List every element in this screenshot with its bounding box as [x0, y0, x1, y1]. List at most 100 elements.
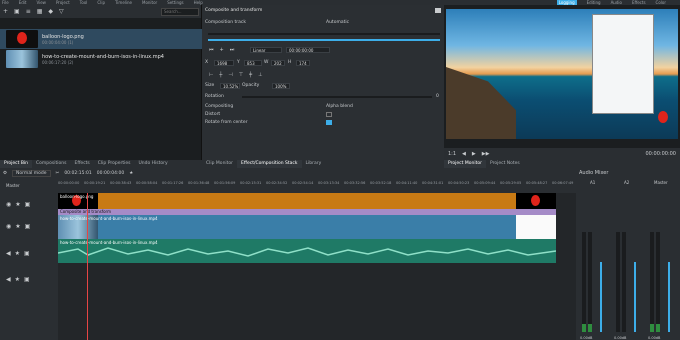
opacity-field[interactable]: 100%	[272, 83, 290, 89]
size-field[interactable]: 10.52%	[220, 83, 240, 89]
lock-icon[interactable]: ▣	[25, 223, 31, 230]
volume-fader[interactable]	[600, 262, 602, 332]
rotation-value[interactable]: 0	[436, 94, 439, 99]
align-bottom-icon[interactable]: ⊥	[258, 72, 262, 78]
align-middle-icon[interactable]: ╪	[249, 72, 252, 78]
panel-tab[interactable]: Project Notes	[486, 160, 524, 168]
opacity-label: Opacity	[242, 83, 260, 88]
eye-icon[interactable]: ◉	[6, 201, 11, 208]
project-monitor-panel: 1:1 ◀ ▶ ▶▶ 00:00:00:00	[444, 5, 680, 160]
keyframe-timecode[interactable]: 00:00:00:00	[286, 47, 330, 53]
ruler-tick: 00:00:00:00	[58, 181, 80, 185]
lock-icon[interactable]: ▣	[24, 250, 30, 257]
ruler-tick: 00:04:11:40	[396, 181, 418, 185]
rotation-slider[interactable]	[242, 96, 432, 98]
add-keyframe-icon[interactable]: +	[220, 47, 224, 53]
bin-search-input[interactable]: Search...	[161, 7, 199, 16]
image-clip[interactable]: balloon-logo.png	[58, 193, 556, 209]
timeline-ruler[interactable]: 00:00:00:00 00:00:19:21 00:00:38:43 00:00:5…	[58, 179, 576, 193]
tabs-mid: Clip Monitor Effect/Composition Stack Libr…	[202, 160, 444, 168]
monitor-timecode[interactable]: 00:00:00:00	[645, 151, 676, 157]
panel-tab[interactable]: Effect/Composition Stack	[237, 160, 302, 168]
w-field[interactable]: 202	[271, 60, 285, 66]
zoom-select[interactable]: 1:1	[448, 151, 456, 157]
next-frame-icon[interactable]: ▶▶	[482, 151, 490, 157]
ruler-tick: 00:03:13:34	[318, 181, 340, 185]
ruler-tick: 00:05:09:44	[474, 181, 496, 185]
x-field[interactable]: 1698	[214, 60, 234, 66]
volume-fader[interactable]	[668, 262, 670, 332]
gear-icon[interactable]: ⚙	[3, 171, 7, 176]
clip-name: how-to-create-mount-and-burn-isos-in-lin…	[42, 53, 164, 60]
panel-tab[interactable]: Effects	[70, 160, 93, 168]
star-icon[interactable]: ★	[15, 223, 20, 230]
align-top-icon[interactable]: ⊤	[239, 72, 243, 78]
video-clip[interactable]: how-to-create-mount-and-burn-isos-in-lin…	[58, 215, 556, 239]
bin-clip-item[interactable]: balloon-logo.png 00:00:04:00 (1)	[0, 29, 202, 49]
strip-label: A1	[590, 180, 596, 185]
settings-icon[interactable]	[435, 8, 441, 13]
mixer-title: Audio Mixer	[579, 170, 609, 176]
ruler-tick: 00:01:36:48	[188, 181, 210, 185]
speaker-icon[interactable]: ◀	[6, 276, 11, 283]
panel-tab[interactable]: Project Bin	[0, 160, 33, 168]
lock-icon[interactable]: ▣	[25, 201, 31, 208]
h-field[interactable]: 174	[296, 60, 310, 66]
monitor-preview	[446, 9, 678, 139]
filter-icon[interactable]: ▽	[59, 8, 64, 15]
clip-label: how-to-create-mount-and-burn-isos-in-lin…	[60, 216, 158, 221]
star-icon[interactable]: ★	[15, 276, 20, 283]
grid-view-icon[interactable]: ▦	[37, 8, 43, 15]
next-keyframe-icon[interactable]: ⏭	[230, 47, 235, 53]
mixer-strip-a1: A1 0.00dB	[578, 180, 608, 340]
star-icon[interactable]: ★	[15, 250, 20, 257]
prev-frame-icon[interactable]: ◀	[462, 151, 466, 157]
panel-tab[interactable]: Clip Monitor	[202, 160, 237, 168]
duration-timecode[interactable]: 00:00:04:00	[97, 171, 124, 176]
ruler-tick: 00:02:15:31	[240, 181, 262, 185]
menu-icon[interactable]: ≡	[26, 8, 31, 15]
razor-icon[interactable]: ✂	[56, 171, 60, 176]
comp-track-select[interactable]: Automatic	[326, 20, 349, 25]
bin-clip-item[interactable]: how-to-create-mount-and-burn-isos-in-lin…	[0, 49, 202, 69]
ruler-tick: 00:00:38:43	[110, 181, 132, 185]
timeline-timecode[interactable]: 00:02:15:01	[64, 171, 91, 176]
play-icon[interactable]: ▶	[472, 151, 476, 157]
panel-tab[interactable]: Compositions	[32, 160, 70, 168]
star-icon[interactable]: ★	[129, 171, 133, 176]
rotation-label: Rotation	[205, 94, 224, 99]
distort-checkbox[interactable]	[326, 112, 332, 117]
interpolation-select[interactable]: Linear	[250, 47, 282, 53]
volume-fader[interactable]	[634, 262, 636, 332]
prev-keyframe-icon[interactable]: ⏮	[209, 47, 214, 53]
align-left-icon[interactable]: ⊢	[209, 72, 213, 78]
y-field[interactable]: 853	[244, 60, 262, 66]
panel-tab[interactable]: Library	[302, 160, 326, 168]
star-icon[interactable]: ★	[15, 201, 20, 208]
align-right-icon[interactable]: ⊣	[228, 72, 232, 78]
panel-tab[interactable]: Undo History	[134, 160, 171, 168]
ruler-tick: 00:00:58:04	[136, 181, 158, 185]
folder-icon[interactable]: ▣	[14, 8, 20, 15]
monitor-controls: 1:1 ◀ ▶ ▶▶ 00:00:00:00	[444, 148, 680, 160]
speaker-icon[interactable]: ◀	[6, 250, 11, 257]
panel-tab[interactable]: Clip Properties	[94, 160, 135, 168]
mode-select[interactable]: Normal mode	[12, 170, 51, 177]
cliff-shape	[446, 67, 516, 139]
add-clip-icon[interactable]: +	[3, 8, 8, 15]
clip-thumb-end	[516, 215, 556, 239]
ruler-tick: 00:02:54:14	[292, 181, 314, 185]
ruler-tick: 00:03:52:18	[370, 181, 392, 185]
rotate-checkbox[interactable]	[326, 120, 332, 125]
panel-tab[interactable]: Project Monitor	[444, 160, 486, 168]
project-bin-panel: + ▣ ≡ ▦ ◆ ▽ Search... balloon-logo.png 0…	[0, 5, 202, 160]
timeline-slider[interactable]	[208, 39, 440, 41]
eye-icon[interactable]: ◉	[6, 223, 11, 230]
compositing-select[interactable]: Alpha blend	[326, 104, 353, 109]
tag-icon[interactable]: ◆	[48, 8, 53, 15]
audio-clip[interactable]: how-to-create-mount-and-burn-isos-in-lin…	[58, 239, 556, 263]
align-controls: ⊢ ┼ ⊣ ⊤ ╪ ⊥	[209, 72, 262, 78]
align-center-icon[interactable]: ┼	[219, 72, 222, 78]
lock-icon[interactable]: ▣	[24, 276, 30, 283]
playhead[interactable]	[87, 193, 88, 340]
